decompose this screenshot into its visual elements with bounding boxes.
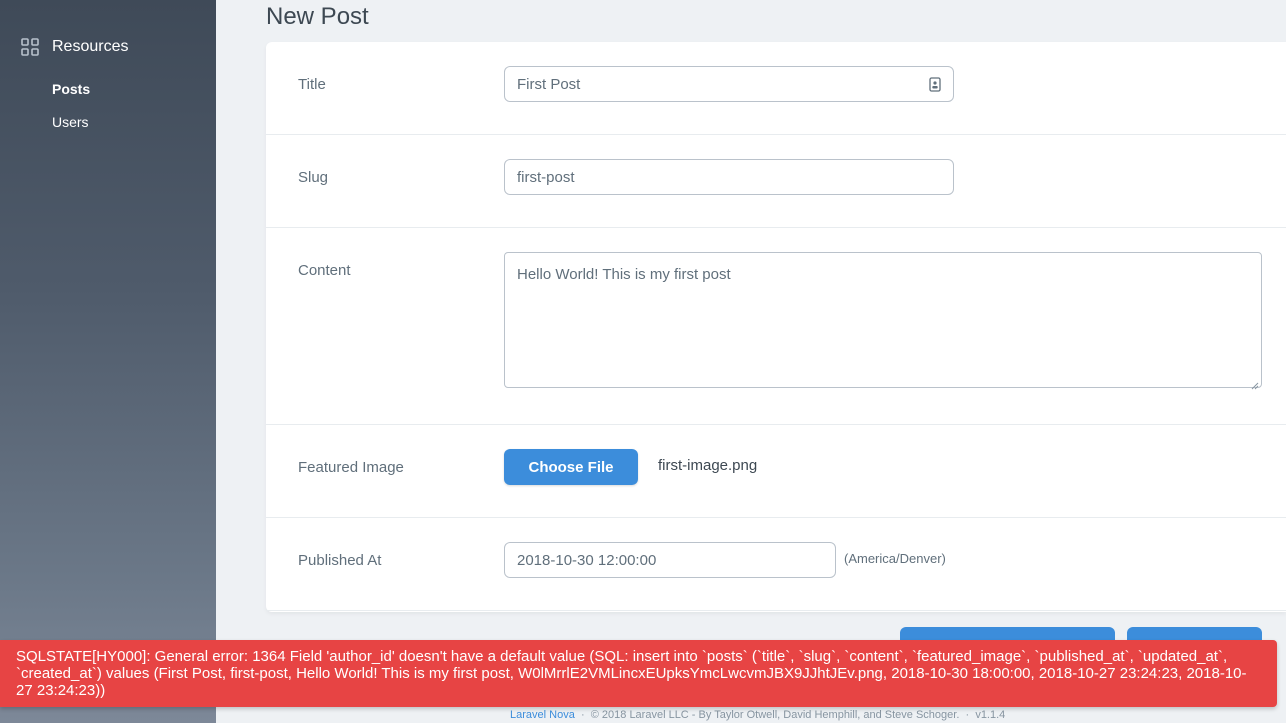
- featured-image-field-row: Featured Image Choose File first-image.p…: [266, 425, 1286, 518]
- contact-card-icon: [929, 77, 941, 92]
- grid-icon: [21, 38, 39, 56]
- published-at-input[interactable]: 2018-10-30 12:00:00: [504, 542, 836, 578]
- featured-image-label: Featured Image: [298, 459, 404, 476]
- timezone-note: (America/Denver): [844, 551, 946, 566]
- footer-separator-2: ·: [965, 709, 970, 721]
- page-title: New Post: [266, 3, 369, 30]
- title-field-row: Title First Post: [266, 42, 1286, 135]
- error-message: SQLSTATE[HY000]: General error: 1364 Fie…: [16, 648, 1247, 699]
- slug-input-value: first-post: [517, 168, 575, 186]
- title-label: Title: [298, 76, 326, 93]
- resources-heading: Resources: [21, 37, 128, 57]
- slug-input[interactable]: first-post: [504, 159, 954, 195]
- footer: Laravel Nova · © 2018 Laravel LLC - By T…: [510, 709, 1005, 721]
- published-at-input-value: 2018-10-30 12:00:00: [517, 551, 657, 569]
- title-input[interactable]: First Post: [504, 66, 954, 102]
- footer-separator: ·: [580, 709, 585, 721]
- error-toast[interactable]: SQLSTATE[HY000]: General error: 1364 Fie…: [0, 640, 1277, 707]
- resize-handle-icon[interactable]: [1251, 377, 1259, 390]
- title-input-value: First Post: [517, 75, 581, 93]
- choose-file-button[interactable]: Choose File: [504, 449, 638, 485]
- content-textarea[interactable]: Hello World! This is my first post: [504, 252, 1262, 390]
- content-textarea-value: Hello World! This is my first post: [517, 266, 731, 283]
- create-form-card: Title First Post Slug first-post Content…: [266, 42, 1286, 612]
- content-label: Content: [298, 262, 351, 279]
- dashboard-icon[interactable]: [21, 0, 39, 4]
- resources-label: Resources: [52, 38, 129, 55]
- footer-credits: © 2018 Laravel LLC - By Taylor Otwell, D…: [590, 709, 960, 721]
- slug-label: Slug: [298, 169, 329, 186]
- published-at-label: Published At: [298, 552, 382, 569]
- footer-nova-link[interactable]: Laravel Nova: [510, 709, 575, 721]
- footer-version: v1.1.4: [975, 709, 1006, 721]
- sidebar-item-users[interactable]: Users: [52, 114, 89, 130]
- content-field-row: Content Hello World! This is my first po…: [266, 228, 1286, 425]
- published-at-field-row: Published At 2018-10-30 12:00:00 (Americ…: [266, 518, 1286, 611]
- selected-file-name: first-image.png: [658, 457, 758, 474]
- slug-field-row: Slug first-post: [266, 135, 1286, 228]
- sidebar-item-posts[interactable]: Posts: [52, 81, 90, 97]
- sidebar: Resources Posts Users: [0, 0, 216, 723]
